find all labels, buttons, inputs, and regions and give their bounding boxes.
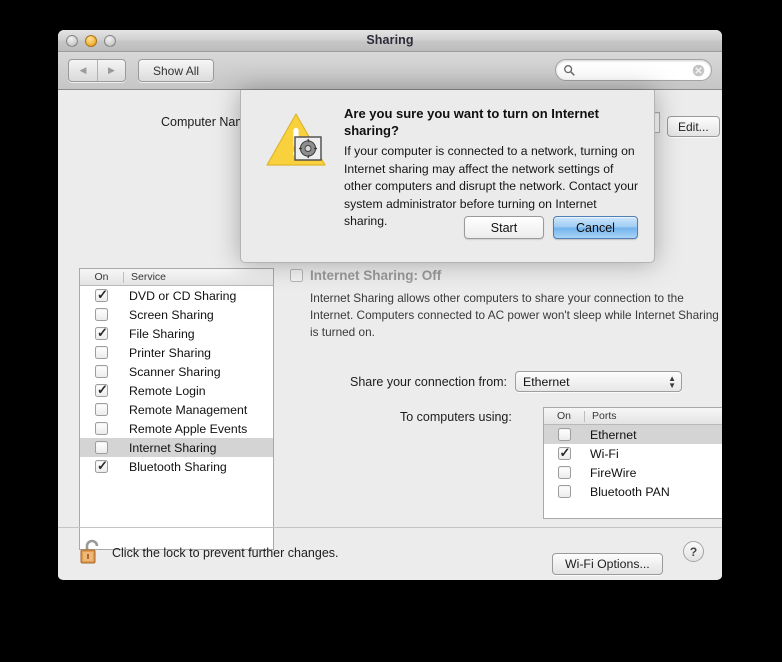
unlocked-lock-icon[interactable] — [79, 538, 105, 566]
back-button[interactable]: ◀ — [69, 60, 97, 81]
list-item-label: DVD or CD Sharing — [129, 288, 237, 303]
list-item[interactable]: Wi-Fi — [544, 444, 722, 463]
chevron-updown-icon: ▲ ▼ — [668, 374, 677, 390]
warning-triangle-icon — [266, 113, 326, 166]
help-button[interactable]: ? — [683, 541, 704, 562]
list-item[interactable]: DVD or CD Sharing — [80, 286, 273, 305]
cancel-button[interactable]: Cancel — [553, 216, 638, 239]
checkbox-unchecked[interactable] — [557, 466, 571, 479]
list-item-label: Internet Sharing — [129, 440, 217, 455]
services-list-header: On Service — [80, 269, 273, 286]
checkbox-checked[interactable] — [95, 458, 108, 474]
checkbox-cell — [544, 466, 584, 479]
show-all-button[interactable]: Show All — [138, 59, 215, 82]
checkbox-unchecked[interactable] — [95, 441, 108, 454]
list-item-label: Ethernet — [590, 427, 637, 442]
checkbox-cell — [80, 403, 123, 416]
checkbox-cell — [80, 365, 123, 378]
ports-list[interactable]: On Ports Ethernet Wi-Fi FireWire Bluetooth … — [543, 407, 722, 519]
checkbox-checked[interactable] — [95, 382, 108, 398]
preferences-content: Computer Name: Edit... On Service DVD or… — [58, 90, 722, 579]
list-item-label: Remote Apple Events — [129, 421, 248, 436]
checkbox-unchecked[interactable] — [95, 365, 108, 378]
share-from-label: Share your connection from: — [350, 374, 508, 389]
checkbox-unchecked[interactable] — [557, 428, 571, 441]
list-item-label: Printer Sharing — [129, 345, 212, 360]
share-from-value: Ethernet — [523, 374, 570, 389]
services-list[interactable]: On Service DVD or CD Sharing Screen Shari… — [79, 268, 274, 550]
window-title: Sharing — [366, 33, 414, 47]
internet-sharing-status-row: Internet Sharing: Off — [290, 266, 708, 284]
checkbox-cell — [80, 346, 123, 359]
list-item-label: Screen Sharing — [129, 307, 214, 322]
dialog-title: Are you sure you want to turn on Interne… — [344, 106, 599, 138]
navigation-buttons: ◀ ▶ — [68, 59, 126, 82]
preferences-toolbar: ◀ ▶ Show All — [58, 52, 722, 90]
list-item[interactable]: Remote Login — [80, 381, 273, 400]
checkbox-checked[interactable] — [95, 287, 108, 303]
search-input[interactable] — [579, 62, 692, 78]
checkbox-unchecked[interactable] — [95, 422, 108, 435]
checkbox-cell — [80, 458, 123, 474]
list-item[interactable]: Ethernet — [544, 425, 722, 444]
to-computers-label: To computers using: — [400, 410, 512, 424]
list-item[interactable]: Screen Sharing — [80, 305, 273, 324]
checkbox-unchecked[interactable] — [95, 346, 108, 359]
checkbox-checked[interactable] — [557, 445, 571, 461]
services-rows: DVD or CD Sharing Screen Sharing File Shar… — [80, 286, 273, 476]
ports-list-header: On Ports — [544, 408, 722, 425]
services-col-on: On — [94, 271, 109, 283]
list-item[interactable]: Internet Sharing — [80, 438, 273, 457]
list-item[interactable]: Remote Apple Events — [80, 419, 273, 438]
checkbox-cell — [80, 325, 123, 341]
clear-search-icon[interactable] — [692, 64, 705, 77]
checkbox-checked[interactable] — [95, 325, 108, 341]
checkbox-cell — [80, 422, 123, 435]
list-item-label: Scanner Sharing — [129, 364, 221, 379]
ports-col-name: Ports — [592, 410, 617, 422]
checkbox-cell — [80, 382, 123, 398]
list-item[interactable]: File Sharing — [80, 324, 273, 343]
checkbox-cell — [80, 308, 123, 321]
checkbox-unchecked[interactable] — [95, 308, 108, 321]
share-from-select[interactable]: Ethernet ▲ ▼ — [515, 371, 683, 392]
checkbox-cell — [80, 441, 123, 454]
list-item[interactable]: Bluetooth PAN — [544, 482, 722, 501]
internet-sharing-description: Internet Sharing allows other computers … — [310, 291, 719, 339]
checkbox-cell — [544, 428, 584, 441]
list-item-label: Bluetooth Sharing — [129, 459, 227, 474]
list-item[interactable]: Scanner Sharing — [80, 362, 273, 381]
preferences-footer: Click the lock to prevent further change… — [58, 527, 722, 579]
list-item[interactable]: Printer Sharing — [80, 343, 273, 362]
checkbox-cell — [544, 445, 584, 461]
list-item-label: File Sharing — [129, 326, 195, 341]
lock-hint-text: Click the lock to prevent further change… — [112, 546, 339, 560]
sharing-preferences-window: Sharing ◀ ▶ Show All Computer Name: Edit… — [58, 30, 722, 580]
checkbox-cell — [544, 485, 584, 498]
list-item[interactable]: FireWire — [544, 463, 722, 482]
share-from-row: Share your connection from: Ethernet ▲ ▼ — [350, 371, 683, 392]
forward-button[interactable]: ▶ — [97, 60, 125, 81]
internet-sharing-status: Internet Sharing: Off — [310, 267, 442, 283]
checkbox-cell — [80, 287, 123, 303]
services-col-name: Service — [131, 271, 167, 283]
list-item[interactable]: Bluetooth Sharing — [80, 457, 273, 476]
ports-col-on: On — [556, 410, 571, 422]
checkbox-unchecked[interactable] — [557, 485, 571, 498]
list-item-label: Remote Management — [129, 402, 248, 417]
ports-rows: Ethernet Wi-Fi FireWire Bluetooth PAN — [544, 425, 722, 501]
list-item-label: Bluetooth PAN — [590, 484, 670, 499]
list-item-label: Remote Login — [129, 383, 206, 398]
checkbox-unchecked[interactable] — [95, 403, 108, 416]
start-button[interactable]: Start — [464, 216, 544, 239]
list-item-label: Wi-Fi — [590, 446, 619, 461]
window-titlebar: Sharing — [58, 30, 722, 52]
internet-sharing-checkbox[interactable] — [290, 268, 303, 282]
list-item[interactable]: Remote Management — [80, 400, 273, 419]
confirm-internet-sharing-dialog: Are you sure you want to turn on Interne… — [240, 90, 655, 263]
search-field[interactable] — [555, 59, 712, 81]
list-item-label: FireWire — [590, 465, 637, 480]
search-icon — [564, 65, 575, 76]
edit-computer-name-button[interactable]: Edit... — [667, 116, 720, 137]
